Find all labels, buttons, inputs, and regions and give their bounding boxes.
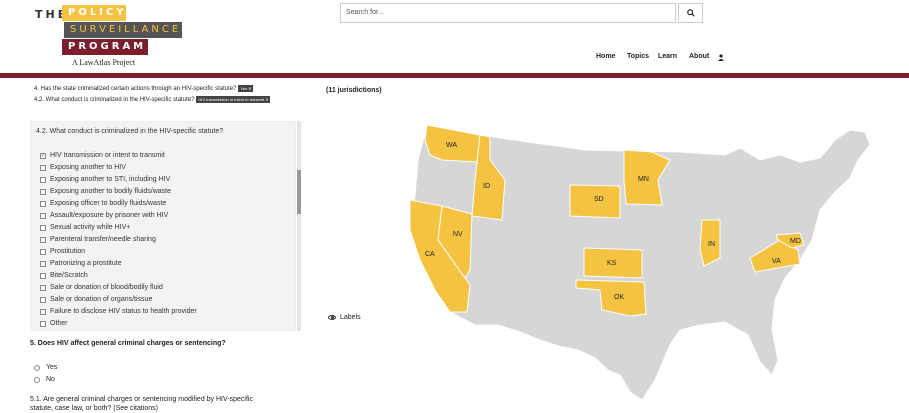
label-sd: SD (594, 196, 604, 203)
question-4-tag[interactable]: Yes ✕ (238, 85, 254, 92)
option-label: Sale or donation of organs/tissue (50, 296, 153, 303)
option-item[interactable]: Other (40, 320, 68, 327)
label-in: IN (708, 241, 715, 248)
question-4-text: 4. Has the state criminalized certain ac… (34, 86, 237, 93)
option-label: Prostitution (50, 248, 86, 255)
radio-no-label: No (46, 376, 55, 383)
option-checkbox[interactable] (40, 164, 46, 171)
logo-surveillance[interactable]: SURVEILLANCE (64, 22, 182, 38)
question-4-filter[interactable]: 4. Has the state criminalized certain ac… (34, 85, 254, 93)
option-label: Sale or donation of blood/bodily fluid (50, 284, 163, 291)
label-ca: CA (425, 251, 435, 258)
eye-icon (328, 315, 336, 320)
nav-learn[interactable]: Learn (658, 53, 677, 60)
option-label: Sexual activity while HIV+ (50, 224, 131, 231)
option-checkbox[interactable] (40, 272, 46, 279)
option-label: Exposing another to bodily fluids/waste (50, 188, 172, 195)
option-checkbox[interactable] (40, 320, 46, 327)
option-checkbox[interactable] (40, 260, 46, 267)
option-checkbox[interactable] (40, 224, 46, 231)
option-label: Exposing another to STI, including HIV (50, 176, 171, 183)
label-id: ID (483, 183, 490, 190)
nav-about[interactable]: About (689, 53, 709, 60)
option-item[interactable]: Failure to disclose HIV status to health… (40, 308, 197, 315)
option-checkbox[interactable] (40, 188, 46, 195)
option-checkbox[interactable] (40, 308, 46, 315)
option-label: Parenteral transfer/needle sharing (50, 236, 156, 243)
option-item[interactable]: Exposing another to STI, including HIV (40, 176, 170, 183)
label-ok: OK (614, 294, 624, 301)
option-item[interactable]: Sale or donation of blood/bodily fluid (40, 284, 163, 291)
nav-topics[interactable]: Topics (627, 53, 649, 60)
label-nv: NV (453, 231, 463, 238)
radio-yes[interactable]: Yes (34, 364, 57, 371)
option-item[interactable]: Patronizing a prostitute (40, 260, 122, 267)
search-input[interactable]: Search for... (340, 3, 676, 23)
option-label: HIV transmission or intent to transmit (50, 152, 165, 159)
search-button[interactable] (678, 3, 703, 23)
option-label: Assault/exposure by prisoner with HIV (50, 212, 169, 219)
option-checkbox[interactable] (40, 236, 46, 243)
label-mn: MN (638, 176, 649, 183)
option-item[interactable]: Sexual activity while HIV+ (40, 224, 130, 231)
nav-home[interactable]: Home (596, 53, 615, 60)
logo-program[interactable]: PROGRAM (62, 39, 148, 55)
option-label: Bite/Scratch (50, 272, 88, 279)
question-42-tag-label: HIV transmission or intent to transmit (198, 97, 264, 102)
site-header: THE POLICY SURVEILLANCE PROGRAM A LawAtl… (0, 0, 909, 74)
question-42-tag[interactable]: HIV transmission or intent to transmit ✕ (196, 96, 271, 103)
option-checkbox[interactable] (40, 284, 46, 291)
question-42-filter[interactable]: 4.2. What conduct is criminalized in the… (34, 96, 271, 104)
subquestion-title: 4.2. What conduct is criminalized in the… (36, 128, 224, 135)
option-item[interactable]: ✓ HIV transmission or intent to transmit (40, 152, 165, 159)
option-label: Exposing another to HIV (50, 164, 126, 171)
logo-subtitle: A LawAtlas Project (72, 58, 136, 67)
radio-no[interactable]: No (34, 376, 55, 383)
question-5-title: 5. Does HIV affect general criminal char… (30, 340, 226, 347)
labels-toggle[interactable]: Labels (328, 314, 361, 321)
search-icon (686, 9, 695, 17)
option-item[interactable]: Sale or donation of organs/tissue (40, 296, 152, 303)
options-scrollbar[interactable] (297, 121, 301, 331)
question-42-text: 4.2. What conduct is criminalized in the… (34, 97, 195, 104)
label-ks: KS (607, 260, 617, 267)
label-wa: WA (446, 142, 457, 149)
option-item[interactable]: Exposing officer to bodily fluids/waste (40, 200, 166, 207)
option-item[interactable]: Exposing another to bodily fluids/waste (40, 188, 171, 195)
option-item[interactable]: Prostitution (40, 248, 85, 255)
option-item[interactable]: Bite/Scratch (40, 272, 88, 279)
option-item[interactable]: Parenteral transfer/needle sharing (40, 236, 156, 243)
user-icon[interactable] (718, 54, 724, 61)
option-checkbox[interactable] (40, 212, 46, 219)
option-item[interactable]: Assault/exposure by prisoner with HIV (40, 212, 168, 219)
option-checkbox[interactable] (40, 176, 46, 183)
us-map: WA ID CA NV SD MN KS OK IN VA MD (409, 124, 871, 401)
option-label: Failure to disclose HIV status to health… (50, 308, 197, 315)
option-checkbox[interactable] (40, 296, 46, 303)
option-item[interactable]: Exposing another to HIV (40, 164, 126, 171)
labels-toggle-label: Labels (340, 314, 361, 321)
question-51-title: 5.1. Are general criminal charges or sen… (30, 396, 253, 412)
option-label: Other (50, 320, 68, 327)
options-scroll-thumb[interactable] (297, 170, 301, 214)
jurisdiction-count: (11 jurisdictions) (326, 87, 382, 94)
radio-yes-circle[interactable] (34, 364, 40, 371)
label-va: VA (772, 258, 781, 265)
question-4-tag-label: Yes (240, 86, 247, 91)
logo-policy[interactable]: POLICY (62, 5, 126, 21)
option-label: Exposing officer to bodily fluids/waste (50, 200, 167, 207)
label-md: MD (790, 238, 801, 245)
radio-yes-label: Yes (46, 364, 58, 371)
radio-no-circle[interactable] (34, 376, 40, 383)
option-checkbox[interactable]: ✓ (40, 152, 46, 159)
option-checkbox[interactable] (40, 200, 46, 207)
option-checkbox[interactable] (40, 248, 46, 255)
option-label: Patronizing a prostitute (50, 260, 122, 267)
